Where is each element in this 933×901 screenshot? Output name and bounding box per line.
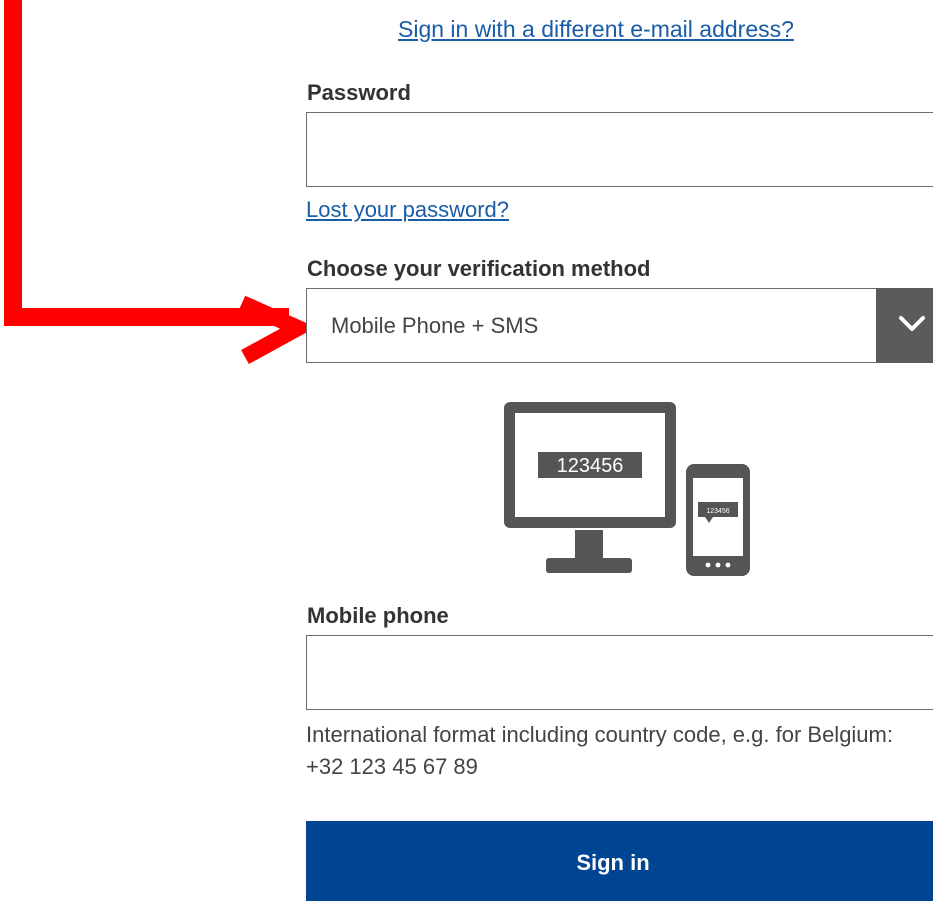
dropdown-toggle[interactable] [876,288,933,363]
mobile-phone-label: Mobile phone [307,603,449,628]
password-label: Password [307,80,411,105]
mobile-phone-icon: 123456 [686,464,750,576]
lost-password-link[interactable]: Lost your password? [306,197,509,223]
mobile-phone-field[interactable] [306,635,933,710]
annotation-arrow [4,0,316,365]
mobile-phone-hint: International format including country c… [306,722,893,779]
password-field[interactable] [306,112,933,187]
verification-method-label: Choose your verification method [307,256,651,281]
different-email-link[interactable]: Sign in with a different e-mail address? [398,16,794,43]
verification-method-select[interactable]: Mobile Phone + SMS [306,288,933,363]
phone-code: 123456 [706,508,729,515]
sign-in-label: Sign in [576,850,650,875]
sign-in-button[interactable]: Sign in [306,821,933,901]
monitor-icon: 123456 [504,402,676,573]
monitor-code: 123456 [557,455,624,477]
sign-in-page: Sign in with a different e-mail address?… [0,0,933,901]
chevron-down-icon [899,316,925,331]
verification-method-value: Mobile Phone + SMS [331,313,539,338]
sms-verification-illustration: 123456 123456 [504,402,750,576]
